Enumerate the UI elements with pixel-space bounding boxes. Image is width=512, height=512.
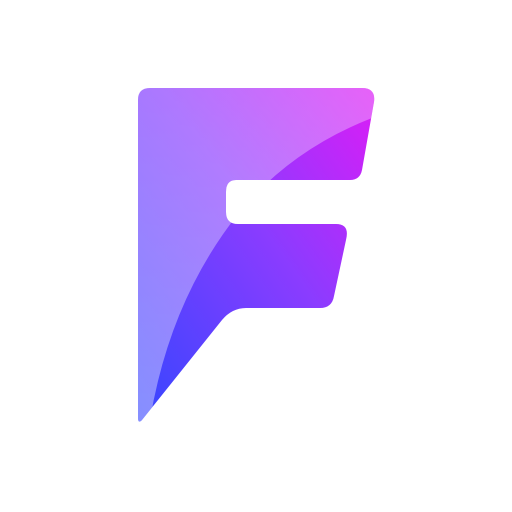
- app-icon-canvas: [0, 0, 512, 512]
- letter-f-logo-icon: [138, 88, 375, 422]
